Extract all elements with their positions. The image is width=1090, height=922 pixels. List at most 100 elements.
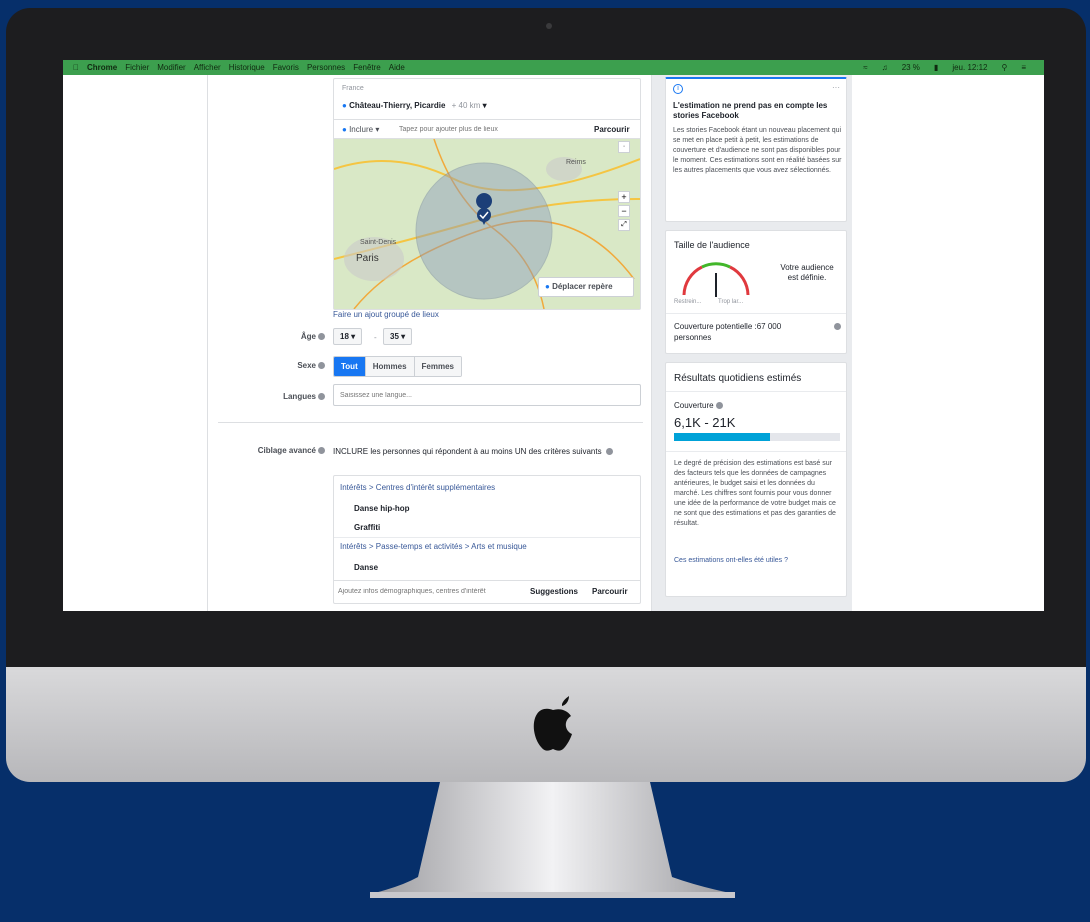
gauge-right-label: Trop lar... [718,299,744,305]
map-label-paris: Paris [356,253,379,264]
notice-body: Les stories Facebook étant un nouveau pl… [673,127,842,174]
card-divider [666,391,846,392]
more-options-icon[interactable]: ··· [832,83,840,92]
info-icon[interactable] [605,448,613,456]
advanced-targeting-label: Ciblage avancé [213,446,325,455]
info-icon[interactable] [318,393,325,401]
card-divider [666,313,846,314]
map[interactable]: Reims Saint-Denis Paris + − ⤢ · ● Déplac… [334,139,640,309]
browse-interests-button[interactable]: Parcourir [592,587,628,596]
interest-item[interactable]: Danse [354,563,378,572]
zoom-out-button[interactable]: − [618,205,630,217]
zoom-in-button[interactable]: + [618,191,630,203]
stories-notice-card: i ··· L'estimation ne prend pas en compt… [665,77,847,222]
pin-icon: ● [545,282,550,291]
interests-search-input[interactable] [338,584,524,598]
move-pin-label: Déplacer repère [552,282,613,291]
menu-fichier[interactable]: Fichier [125,63,149,72]
languages-label-text: Langues [283,392,316,401]
coverage-range: 6,1K - 21K [674,415,736,430]
menu-afficher[interactable]: Afficher [194,63,221,72]
move-pin-button[interactable]: ● Déplacer repère [538,277,634,297]
interest-group-path[interactable]: Intérêts > Centres d'intérêt supplémenta… [340,483,495,492]
chevron-down-icon: ▾ [375,125,380,134]
card-divider [666,451,846,452]
location-card: France ● Château-Thierry, Picardie + 40 … [333,78,641,310]
interest-item[interactable]: Graffiti [354,523,380,532]
chevron-down-icon: ▾ [401,332,406,341]
monitor-stand [370,782,735,898]
age-label: Âge [263,332,325,341]
languages-input[interactable] [333,384,641,406]
info-icon[interactable] [318,447,325,455]
potential-reach: Couverture potentielle :67 000 [674,322,782,331]
mac-menubar:  Chrome Fichier Modifier Afficher Histo… [63,60,1044,75]
daily-results-title: Résultats quotidiens estimés [674,373,802,384]
list-icon[interactable]: ≡ [1021,63,1026,72]
potential-reach-unit: personnes [674,333,712,342]
camera-icon [546,23,552,29]
advanced-description-text: INCLURE les personnes qui répondent à au… [333,447,602,456]
gender-label-text: Sexe [297,361,316,370]
info-icon[interactable] [834,323,841,330]
coverage-bar-fill [674,433,771,441]
pin-icon: ● [342,101,347,110]
location-search-input[interactable] [399,123,569,136]
daily-results-card: Résultats quotidiens estimés Couverture … [665,362,847,597]
wifi-icon[interactable]: ≈ [863,63,867,72]
audience-size-title: Taille de l'audience [674,240,750,250]
info-icon[interactable] [715,402,723,410]
age-label-text: Âge [300,332,316,341]
age-max-dropdown[interactable]: 35 ▾ [383,328,413,345]
info-icon[interactable] [318,333,325,341]
info-icon[interactable] [318,362,325,370]
chevron-down-icon[interactable]: ▾ [483,101,487,110]
gender-label: Sexe [263,361,325,370]
advanced-description: INCLURE les personnes qui répondent à au… [333,446,645,457]
audience-status: Votre audience est définie. [780,263,834,282]
menu-aide[interactable]: Aide [389,63,405,72]
fullscreen-icon[interactable]: ⤢ [618,219,630,231]
pin-icon: ● [342,125,347,134]
coverage-label: Couverture [674,401,723,410]
coverage-label-text: Couverture [674,401,714,410]
interest-item[interactable]: Danse hip-hop [354,504,410,513]
apple-logo-icon [533,696,572,751]
screen:  Chrome Fichier Modifier Afficher Histo… [63,60,1044,611]
section-divider [218,422,643,423]
gauge-left-label: Restrein... [674,299,702,305]
menu-historique[interactable]: Historique [229,63,265,72]
interest-group-path[interactable]: Intérêts > Passe-temps et activités > Ar… [340,542,527,551]
battery-icon[interactable]: ▮ [934,63,938,72]
include-dropdown[interactable]: ● Inclure ▾ [342,125,379,134]
gender-women-button[interactable]: Femmes [414,357,461,376]
audience-gauge [682,262,750,297]
selected-location[interactable]: ● Château-Thierry, Picardie + 40 km ▾ [342,101,487,110]
languages-label: Langues [233,392,325,401]
coverage-bar [674,433,840,441]
volume-icon[interactable]: ♫ [882,63,888,72]
menu-favoris[interactable]: Favoris [273,63,299,72]
apple-menu-icon[interactable]:  [73,63,79,72]
suggestions-button[interactable]: Suggestions [530,587,578,596]
interests-box: Intérêts > Centres d'intérêt supplémenta… [333,475,641,604]
layers-icon[interactable]: · [618,141,630,153]
gender-men-button[interactable]: Hommes [365,357,415,376]
bulk-add-locations-link[interactable]: Faire un ajout groupé de lieux [333,310,439,319]
battery-percent[interactable]: 23 % [902,63,920,72]
menu-personnes[interactable]: Personnes [307,63,345,72]
age-max-value: 35 [390,332,399,341]
age-min-value: 18 [340,332,349,341]
search-icon[interactable]: ⚲ [1001,63,1007,72]
gender-all-button[interactable]: Tout [334,357,366,376]
radius[interactable]: + 40 km [452,101,481,110]
clock[interactable]: jeu. 12:12 [952,63,987,72]
age-separator: - [374,333,377,342]
feedback-link[interactable]: Ces estimations ont-elles été utiles ? [674,557,788,564]
gender-selector: Tout Hommes Femmes [333,356,462,377]
age-min-dropdown[interactable]: 18 ▾ [333,328,363,345]
menu-modifier[interactable]: Modifier [157,63,185,72]
menu-chrome[interactable]: Chrome [87,63,117,72]
browse-locations-button[interactable]: Parcourir [594,125,630,134]
menu-fenetre[interactable]: Fenêtre [353,63,381,72]
